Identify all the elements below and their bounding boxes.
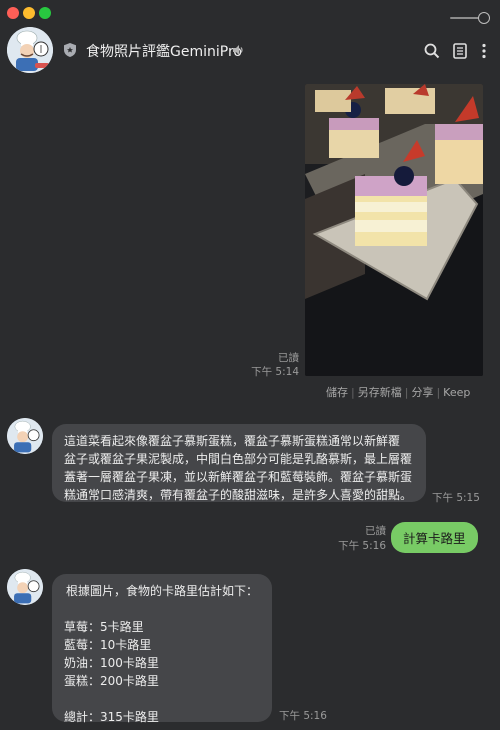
message-line: 這道菜看起來像覆盆子慕斯蛋糕，覆盆子慕斯蛋糕通常以新鮮覆: [64, 434, 401, 448]
keep-action[interactable]: Keep: [443, 386, 470, 399]
user-message-read-status: 已讀: [365, 525, 386, 537]
chat-avatar[interactable]: [7, 27, 53, 73]
chef-avatar-image: [7, 418, 43, 454]
notes-icon[interactable]: [451, 42, 469, 60]
close-window-button[interactable]: [7, 7, 19, 19]
image-actions: 儲存 | 另存新檔 | 分享 | Keep: [326, 386, 471, 399]
maximize-window-button[interactable]: [39, 7, 51, 19]
share-action[interactable]: 分享: [411, 386, 433, 399]
cake-photo-image: [305, 84, 483, 376]
user-message-bubble[interactable]: 計算卡路里: [391, 522, 478, 553]
message-line: 蓋著一層覆盆子果凍，並以新鮮覆盆子和藍莓裝飾。覆盆子慕斯蛋: [64, 470, 413, 484]
speaker-icon: [233, 45, 243, 55]
bot-avatar[interactable]: [7, 418, 43, 454]
bot-calorie-timestamp: 下午 5:16: [279, 710, 327, 722]
save-as-action[interactable]: 另存新檔: [358, 386, 402, 399]
search-icon[interactable]: [423, 42, 441, 60]
user-message-timestamp: 下午 5:16: [338, 540, 386, 552]
bot-calorie-bubble[interactable]: 根據圖片，食物的卡路里估計如下： 草莓：5卡路里 藍莓：10卡路里 奶油：100…: [52, 574, 272, 724]
bot-avatar[interactable]: [7, 569, 43, 605]
shield-icon: [64, 43, 76, 57]
photo-timestamp: 下午 5:14: [251, 366, 299, 378]
calorie-item: 藍莓：10卡路里: [64, 638, 152, 652]
bot-message-bubble[interactable]: 這道菜看起來像覆盆子慕斯蛋糕，覆盆子慕斯蛋糕通常以新鮮覆 盆子或覆盆子果泥製成，…: [52, 424, 426, 502]
calorie-item: 奶油：100卡路里: [64, 656, 159, 670]
size-slider-knob[interactable]: [478, 12, 490, 24]
calorie-item: 草莓：5卡路里: [64, 620, 144, 634]
more-icon[interactable]: [475, 42, 493, 60]
message-line: 盆子或覆盆子果泥製成，中間白色部分可能是乳酪慕斯，最上層覆: [64, 452, 413, 466]
chef-avatar-image: [7, 27, 53, 73]
photo-read-status: 已讀: [278, 352, 299, 364]
chef-avatar-image: [7, 569, 43, 605]
chat-title: 食物照片評鑑GeminiPro: [86, 44, 242, 60]
message-line: 糕通常口感清爽，帶有覆盆子的酸甜滋味，是許多人喜愛的甜點。: [64, 488, 413, 502]
calorie-item: 蛋糕：200卡路里: [64, 674, 159, 688]
save-action[interactable]: 儲存: [326, 386, 348, 399]
minimize-window-button[interactable]: [23, 7, 35, 19]
bot-message-timestamp: 下午 5:15: [432, 492, 480, 504]
calorie-intro: 根據圖片，食物的卡路里估計如下：: [66, 584, 259, 598]
food-photo[interactable]: [305, 84, 483, 376]
calorie-total: 總計：315卡路里: [64, 710, 159, 724]
